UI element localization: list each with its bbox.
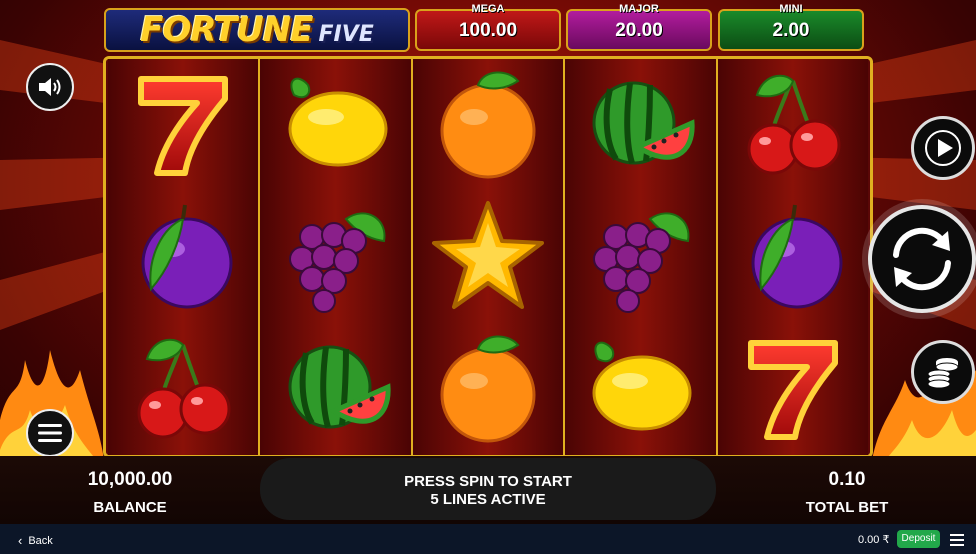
speaker-icon bbox=[39, 78, 61, 96]
wallet-balance: 0.00 ₹ bbox=[858, 534, 890, 546]
cherry-icon bbox=[137, 338, 231, 439]
lemon-symbol bbox=[272, 65, 400, 185]
jackpot-mini-value: 2.00 bbox=[772, 20, 810, 41]
hamburger-menu-icon bbox=[38, 424, 62, 442]
spin-button[interactable] bbox=[868, 205, 976, 313]
lemon-symbol bbox=[576, 329, 704, 449]
plum-symbol bbox=[729, 197, 857, 317]
chevron-left-icon: ‹ bbox=[18, 533, 23, 548]
seven-icon bbox=[138, 76, 229, 176]
total-bet-label: TOTAL BET bbox=[805, 499, 889, 516]
play-icon bbox=[925, 130, 961, 166]
hamburger-menu-icon[interactable] bbox=[950, 531, 964, 547]
watermelon-icon bbox=[288, 345, 391, 429]
logo-word-five: FIVE bbox=[318, 21, 374, 47]
reel-grid bbox=[103, 56, 873, 458]
jackpot-mini: MINI 2.00 bbox=[718, 3, 864, 51]
total-bet-display: 0.10 TOTAL BET bbox=[800, 469, 894, 516]
spin-arrows-icon bbox=[893, 227, 951, 291]
orange-icon bbox=[440, 335, 536, 443]
seven-icon bbox=[747, 340, 838, 440]
back-button[interactable]: ‹ Back bbox=[18, 533, 53, 548]
lemon-icon bbox=[288, 77, 388, 167]
plum-symbol bbox=[119, 197, 247, 317]
menu-button[interactable] bbox=[26, 409, 74, 457]
logo-word-fortune: FORTUNE bbox=[140, 10, 313, 50]
watermelon-symbol bbox=[272, 329, 400, 449]
plum-icon bbox=[751, 204, 843, 309]
watermelon-symbol bbox=[576, 65, 704, 185]
reel-3 bbox=[410, 59, 564, 455]
balance-display: 10,000.00 BALANCE bbox=[60, 469, 200, 516]
back-label: Back bbox=[28, 534, 53, 547]
total-bet-value: 0.10 bbox=[828, 469, 866, 490]
orange-symbol bbox=[424, 329, 552, 449]
message-panel: PRESS SPIN TO START 5 LINES ACTIVE bbox=[260, 458, 716, 520]
sound-button[interactable] bbox=[26, 63, 74, 111]
system-bar: ‹ Back 0.00 ₹ Deposit bbox=[0, 524, 976, 554]
star-symbol bbox=[424, 197, 552, 317]
reel-5 bbox=[715, 59, 869, 455]
jackpot-mega-label: MEGA bbox=[471, 3, 505, 15]
jackpot-major: MAJOR 20.00 bbox=[566, 3, 712, 51]
watermelon-icon bbox=[592, 81, 695, 165]
orange-icon bbox=[440, 71, 536, 179]
seven-symbol bbox=[729, 329, 857, 449]
message-line-1: PRESS SPIN TO START bbox=[404, 473, 572, 490]
cherry-icon bbox=[747, 74, 841, 175]
grapes-icon bbox=[593, 212, 690, 313]
grapes-icon bbox=[288, 212, 386, 313]
reel-1 bbox=[108, 59, 259, 455]
bet-button[interactable] bbox=[911, 340, 975, 404]
game-logo: FORTUNE FIVE bbox=[104, 8, 410, 52]
reel-2 bbox=[258, 59, 411, 455]
deposit-button[interactable]: Deposit bbox=[897, 530, 940, 548]
grapes-symbol bbox=[272, 197, 400, 317]
jackpot-major-value: 20.00 bbox=[615, 20, 663, 41]
lemon-icon bbox=[592, 341, 692, 431]
star-icon bbox=[432, 201, 545, 309]
autoplay-button[interactable] bbox=[911, 116, 975, 180]
cherry-symbol bbox=[119, 329, 247, 449]
message-line-2: 5 LINES ACTIVE bbox=[430, 491, 546, 508]
grapes-symbol bbox=[576, 197, 704, 317]
jackpot-mini-label: MINI bbox=[779, 3, 803, 15]
seven-symbol bbox=[119, 65, 247, 185]
balance-label: BALANCE bbox=[93, 499, 167, 516]
reel-4 bbox=[563, 59, 716, 455]
coin-stack-icon bbox=[927, 358, 959, 389]
jackpot-major-label: MAJOR bbox=[619, 3, 659, 15]
orange-symbol bbox=[424, 65, 552, 185]
balance-value: 10,000.00 bbox=[87, 469, 173, 490]
jackpot-mega-value: 100.00 bbox=[458, 20, 518, 41]
plum-icon bbox=[141, 204, 233, 309]
jackpot-mega: MEGA 100.00 bbox=[415, 3, 561, 51]
cherry-symbol bbox=[729, 65, 857, 185]
